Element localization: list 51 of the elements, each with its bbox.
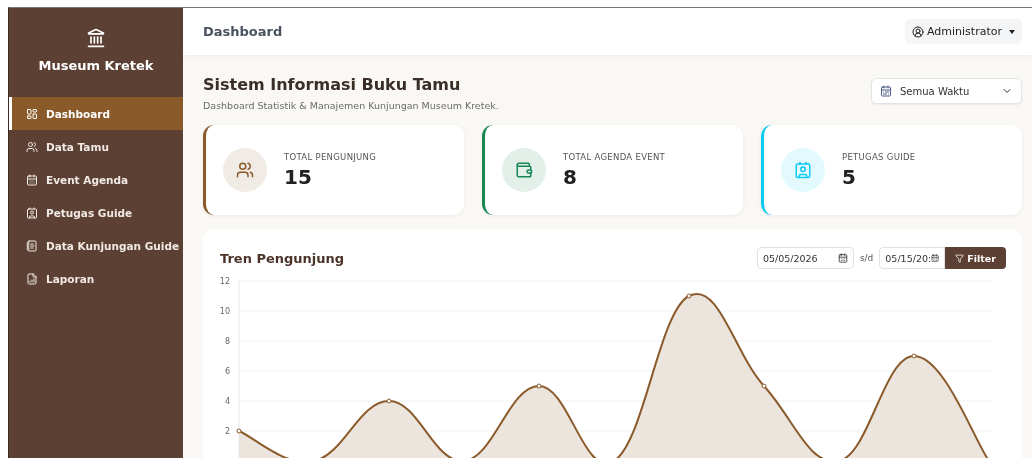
axis-tick-label: 4 (224, 397, 230, 406)
stat-value: 8 (563, 164, 578, 189)
filter-icon (955, 253, 965, 263)
wallet-icon (515, 161, 533, 179)
sidebar-item[interactable]: Data Kunjungan Guide (9, 229, 183, 262)
calendar-icon (880, 85, 892, 97)
id-badge-icon (26, 206, 38, 219)
calendar-icon (26, 173, 38, 186)
users-icon (26, 140, 38, 153)
notebook-icon (26, 239, 38, 252)
data-point (236, 428, 242, 434)
caret-icon (1009, 29, 1015, 34)
date-field[interactable]: 05/05/2026 (756, 247, 854, 269)
id-badge-icon (794, 161, 812, 179)
axis-tick-label: 6 (224, 367, 230, 376)
sidebar-item[interactable]: Petugas Guide (9, 196, 183, 229)
report-icon (26, 272, 38, 285)
sidebar-item[interactable]: Event Agenda (9, 163, 183, 196)
axis-tick-label: 2 (224, 427, 230, 436)
sidebar-item[interactable]: Dashboard (9, 97, 183, 130)
page-title: Dashboard (203, 24, 283, 39)
axis-tick-label: 10 (220, 307, 230, 316)
stat-label: TOTAL PENGUNJUNG (284, 151, 377, 162)
app-title: Museum Kretek (38, 58, 154, 73)
subtitle: Dashboard Statistik & Manajemen Kunjungan Museum Kretek. (203, 100, 499, 111)
period-select[interactable]: Semua Waktu (871, 78, 1022, 104)
user-icon (912, 25, 924, 38)
calendar-icon (837, 253, 848, 263)
axis-tick-label: 8 (224, 337, 230, 346)
museum-icon (86, 28, 106, 48)
user-menu-button[interactable]: Administrator (905, 19, 1022, 44)
sidebar-item[interactable]: Data Tamu (9, 130, 183, 163)
axis-tick-label: 12 (220, 277, 230, 286)
calendar-icon (931, 253, 940, 263)
stat-label: PETUGAS GUIDE (842, 151, 916, 162)
separator-label: s/d (859, 253, 874, 263)
data-point (386, 398, 392, 404)
date-field[interactable]: 05/15/20: (879, 247, 946, 269)
data-point (536, 383, 542, 389)
dashboard-icon (26, 107, 38, 120)
users-icon (236, 161, 254, 179)
stat-value: 15 (284, 164, 313, 189)
data-point (686, 293, 692, 299)
chart-title: Tren Pengunjung (220, 250, 345, 266)
sidebar-item[interactable]: Laporan (9, 262, 183, 295)
stat-value: 5 (842, 164, 857, 189)
stat-label: TOTAL AGENDA EVENT (563, 151, 666, 162)
filter-button[interactable]: Filter (945, 247, 1006, 269)
heading: Sistem Informasi Buku Tamu (203, 75, 462, 94)
data-point (761, 383, 767, 389)
data-point (911, 353, 917, 359)
